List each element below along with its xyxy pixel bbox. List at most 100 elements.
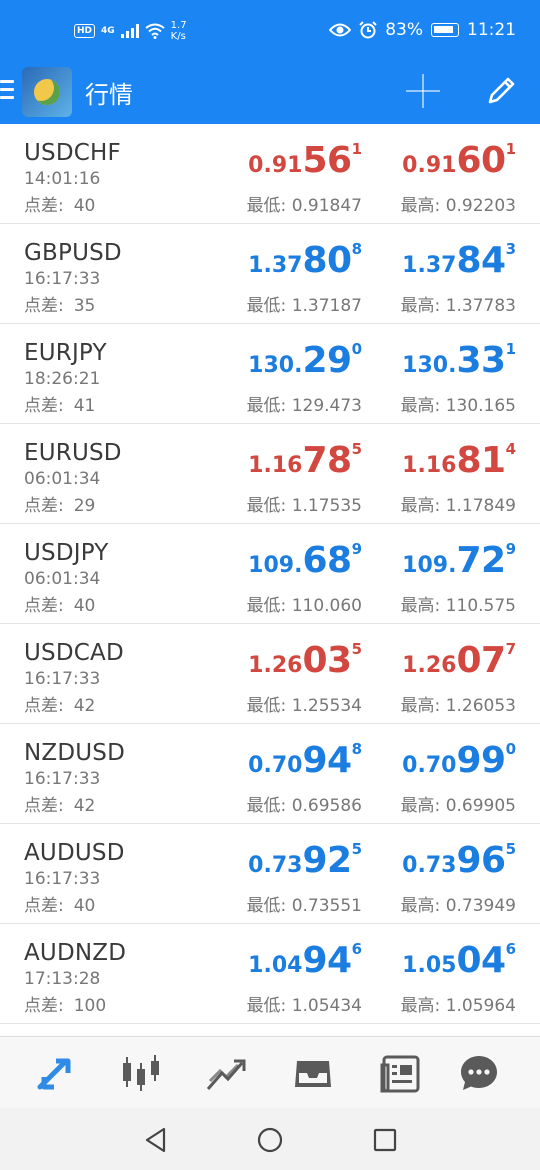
status-bar: HD 4G 1.7 K/s 83% 11:21 [0,0,540,60]
quote-row[interactable]: USDJPY 06:01:34 点差: 40 109.689 109.729 最低… [0,524,540,624]
bid-price-prefix: 0.91 [248,153,303,178]
bid-price-prefix: 0.70 [248,753,303,778]
tab-chart[interactable] [119,1051,163,1095]
bid-price-point: 5 [351,640,362,658]
quote-row[interactable]: USDCAD 16:17:33 点差: 42 1.26035 1.26077 最低… [0,624,540,724]
quote-row[interactable]: AUDUSD 16:17:33 点差: 40 0.73925 0.73965 最低… [0,824,540,924]
ask-price-point: 9 [505,540,516,558]
high-price: 最高: 0.69905 [400,796,516,816]
speed-value: 1.7 [170,20,187,31]
spread-label: 点差: [24,396,64,416]
tab-trade[interactable] [204,1051,248,1095]
bid-price-point: 8 [351,240,362,258]
menu-icon[interactable] [0,80,14,102]
ask-price[interactable]: 1.37843 [402,240,516,281]
low-price: 最低: 0.91847 [246,196,362,216]
bid-price[interactable]: 0.73925 [248,840,362,881]
bid-price-pips: 78 [302,440,352,481]
quote-row[interactable]: GBPUSD 16:17:33 点差: 35 1.37808 1.37843 最低… [0,224,540,324]
app-logo-icon[interactable] [22,67,72,117]
quote-row[interactable]: NZDUSD 16:17:33 点差: 42 0.70948 0.70990 最低… [0,724,540,824]
high-price: 最高: 1.05964 [400,996,516,1016]
ask-price-prefix: 0.73 [402,853,457,878]
ask-price[interactable]: 130.331 [402,340,516,381]
spread: 点差: 40 [24,591,95,616]
bid-price[interactable]: 1.04946 [248,940,362,981]
ask-price-prefix: 1.26 [402,653,457,678]
ask-price[interactable]: 0.70990 [402,740,516,781]
status-left: HD 4G 1.7 K/s [74,20,187,42]
quote-row[interactable]: AUDNZD 17:13:28 点差: 100 1.04946 1.05046 最… [0,924,540,1024]
tab-messages[interactable] [457,1051,501,1095]
spread-label: 点差: [24,596,64,616]
bottom-tab-bar [0,1036,540,1108]
quote-time: 16:17:33 [24,769,101,789]
edit-pencil-icon[interactable] [484,74,518,108]
history-inbox-icon [295,1061,331,1087]
bid-price-prefix: 130. [248,353,303,378]
ask-price[interactable]: 1.16814 [402,440,516,481]
spread: 点差: 40 [24,891,95,916]
low-price: 最低: 1.05434 [246,996,362,1016]
bid-price-point: 0 [351,340,362,358]
ask-price-pips: 07 [456,640,506,681]
quote-time: 16:17:33 [24,269,101,289]
low-price: 最低: 110.060 [246,596,362,616]
hd-badge: HD [74,24,96,38]
bid-price[interactable]: 109.689 [248,540,362,581]
bid-price-pips: 80 [302,240,352,281]
low-price: 最低: 0.73551 [246,896,362,916]
ask-price-point: 6 [505,940,516,958]
back-icon[interactable] [142,1126,170,1154]
quote-row[interactable]: EURUSD 06:01:34 点差: 29 1.16785 1.16814 最低… [0,424,540,524]
ask-price-pips: 60 [456,140,506,181]
bid-price-pips: 94 [302,740,352,781]
ask-price[interactable]: 0.91601 [402,140,516,181]
ask-price-pips: 81 [456,440,506,481]
speed-unit: K/s [170,31,186,42]
ask-price[interactable]: 109.729 [402,540,516,581]
tab-quotes[interactable] [34,1051,78,1095]
recent-apps-icon[interactable] [371,1126,399,1154]
high-price: 最高: 130.165 [400,396,516,416]
bid-price[interactable]: 1.16785 [248,440,362,481]
quote-row[interactable]: USDCHF 14:01:16 点差: 40 0.91561 0.91601 最低… [0,124,540,224]
low-price: 最低: 129.473 [246,396,362,416]
network-speed: 1.7 K/s [171,20,187,42]
ask-price[interactable]: 1.05046 [402,940,516,981]
bid-price-pips: 92 [302,840,352,881]
spread-label: 点差: [24,896,64,916]
home-icon[interactable] [256,1126,284,1154]
quote-time: 16:17:33 [24,669,101,689]
bid-price[interactable]: 0.91561 [248,140,362,181]
add-symbol-icon[interactable] [406,74,440,108]
symbol-name: EURUSD [24,440,122,466]
spread-value: 40 [73,596,96,616]
high-price: 最高: 110.575 [400,596,516,616]
quote-row[interactable]: EURJPY 18:26:21 点差: 41 130.290 130.331 最低… [0,324,540,424]
quote-time: 16:17:33 [24,869,101,889]
spread-value: 100 [73,996,107,1016]
bid-price-pips: 29 [302,340,352,381]
tab-news[interactable] [378,1051,422,1095]
ask-price-point: 5 [505,840,516,858]
bid-price-point: 8 [351,740,362,758]
ask-price-point: 1 [505,140,516,158]
trade-trend-icon [206,1059,246,1090]
high-price: 最高: 0.73949 [400,896,516,916]
symbol-name: NZDUSD [24,740,126,766]
battery-percent: 83% [385,20,423,40]
bid-price[interactable]: 1.37808 [248,240,362,281]
tab-history[interactable] [291,1051,335,1095]
ask-price[interactable]: 1.26077 [402,640,516,681]
ask-price-pips: 33 [456,340,506,381]
ask-price[interactable]: 0.73965 [402,840,516,881]
quote-time: 14:01:16 [24,169,101,189]
quotes-arrows-icon [37,1058,71,1090]
bid-price[interactable]: 1.26035 [248,640,362,681]
spread: 点差: 35 [24,291,95,316]
bid-price[interactable]: 0.70948 [248,740,362,781]
bid-price[interactable]: 130.290 [248,340,362,381]
messages-icon [461,1056,497,1090]
bid-price-point: 5 [351,840,362,858]
